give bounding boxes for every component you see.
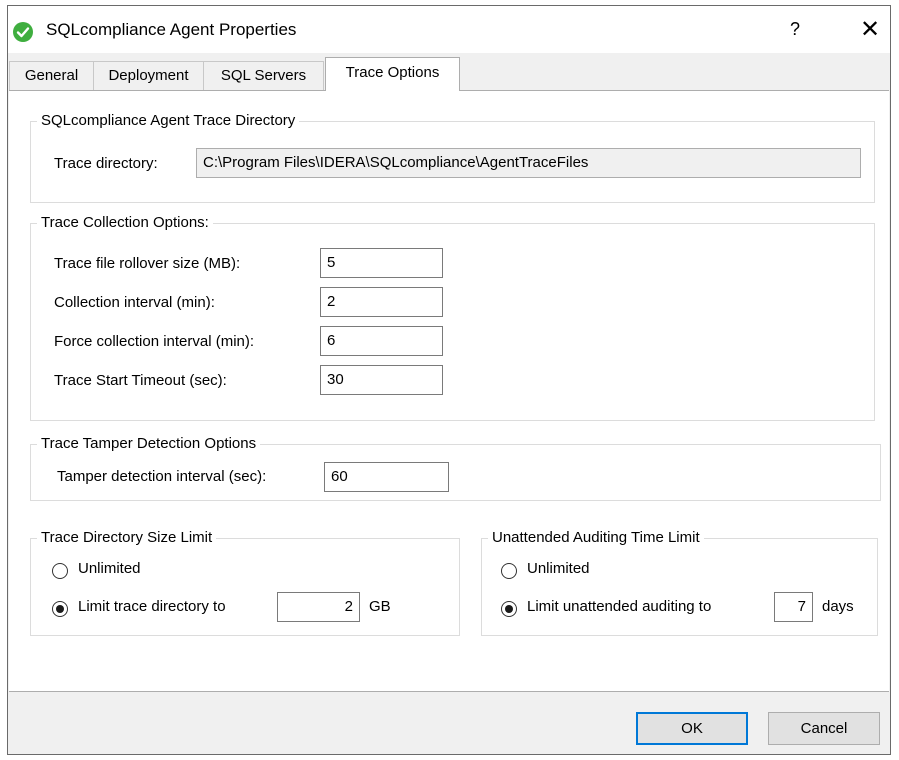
trace-directory-field: C:\Program Files\IDERA\SQLcompliance\Age… (196, 148, 861, 178)
title-bar: SQLcompliance Agent Properties ? ✕ (8, 6, 890, 53)
tab-deployment[interactable]: Deployment (93, 61, 204, 90)
unattended-unit-label: days (822, 598, 854, 615)
trace-collection-group-title: Trace Collection Options: (37, 214, 213, 232)
tamper-interval-input[interactable]: 60 (324, 462, 449, 492)
dir-size-limit-input[interactable]: 2 (277, 592, 360, 622)
unattended-limit-label[interactable]: Limit unattended auditing to (527, 598, 711, 615)
ok-button[interactable]: OK (636, 712, 748, 745)
force-collection-interval-label: Force collection interval (min): (54, 333, 255, 350)
dir-size-unlimited-radio[interactable] (52, 563, 68, 579)
properties-dialog: SQLcompliance Agent Properties ? ✕ Gener… (7, 5, 891, 755)
tab-trace-options[interactable]: Trace Options (325, 57, 460, 91)
check-circle-icon (13, 22, 33, 42)
close-button[interactable]: ✕ (856, 17, 884, 43)
force-collection-interval-input[interactable]: 6 (320, 326, 443, 356)
tamper-interval-label: Tamper detection interval (sec): (57, 468, 267, 485)
tamper-detection-group-title: Trace Tamper Detection Options (37, 435, 261, 453)
trace-options-panel: SQLcompliance Agent Trace Directory Trac… (9, 90, 889, 692)
collection-interval-input[interactable]: 2 (320, 287, 443, 317)
dir-size-limit-radio[interactable] (52, 601, 68, 617)
trace-directory-label: Trace directory: (54, 155, 158, 172)
tab-sql-servers[interactable]: SQL Servers (203, 61, 324, 90)
radio-checked-icon (56, 605, 64, 613)
directory-size-limit-group-title: Trace Directory Size Limit (37, 529, 217, 547)
unattended-unlimited-label[interactable]: Unlimited (527, 560, 590, 577)
unattended-auditing-group: Unattended Auditing Time Limit Unlimited… (481, 529, 878, 636)
dir-size-limit-label[interactable]: Limit trace directory to (78, 598, 226, 615)
trace-collection-group: Trace Collection Options: Trace file rol… (30, 214, 875, 421)
trace-directory-group: SQLcompliance Agent Trace Directory Trac… (30, 112, 875, 203)
dir-size-unlimited-label[interactable]: Unlimited (78, 560, 141, 577)
cancel-button[interactable]: Cancel (768, 712, 880, 745)
tamper-detection-group: Trace Tamper Detection Options Tamper de… (30, 435, 881, 501)
trace-start-timeout-input[interactable]: 30 (320, 365, 443, 395)
trace-directory-group-title: SQLcompliance Agent Trace Directory (37, 112, 300, 130)
dialog-footer: OK Cancel (8, 692, 890, 754)
trace-start-timeout-label: Trace Start Timeout (sec): (54, 372, 227, 389)
unattended-auditing-group-title: Unattended Auditing Time Limit (488, 529, 704, 547)
unattended-unlimited-radio[interactable] (501, 563, 517, 579)
unattended-limit-radio[interactable] (501, 601, 517, 617)
radio-checked-icon (505, 605, 513, 613)
unattended-limit-input[interactable]: 7 (774, 592, 813, 622)
dir-size-unit-label: GB (369, 598, 391, 615)
window-title: SQLcompliance Agent Properties (46, 20, 297, 39)
rollover-size-input[interactable]: 5 (320, 248, 443, 278)
rollover-size-label: Trace file rollover size (MB): (54, 255, 241, 272)
help-button[interactable]: ? (783, 17, 807, 41)
collection-interval-label: Collection interval (min): (54, 294, 215, 311)
directory-size-limit-group: Trace Directory Size Limit Unlimited Lim… (30, 529, 460, 636)
tab-general[interactable]: General (9, 61, 94, 90)
